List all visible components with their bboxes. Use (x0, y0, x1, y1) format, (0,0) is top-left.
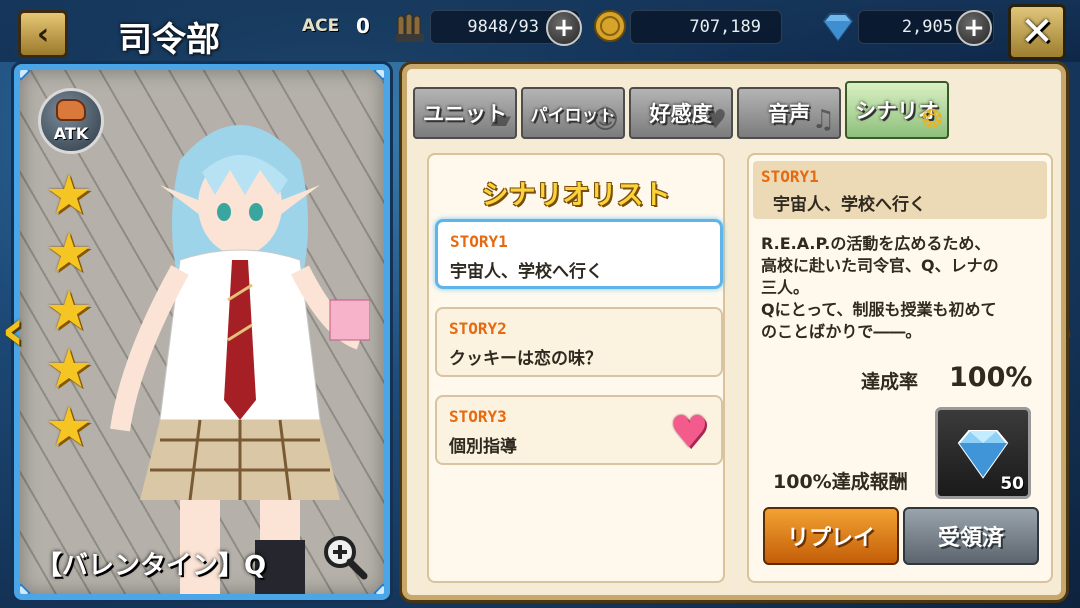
star-icon: ★ (44, 337, 94, 400)
role-badge: ATK (38, 88, 104, 154)
close-x-icon: ✕ (1020, 9, 1054, 55)
tab-pilot[interactable]: パイロット ☺ (521, 87, 625, 139)
prev-character-button[interactable]: ‹ (0, 297, 30, 363)
diamond-icon (957, 430, 1009, 479)
list-item-story2[interactable]: STORY2 クッキーは恋の味？ (435, 307, 723, 377)
star-icon: ★ (44, 163, 94, 226)
pilot-icon: ☺ (591, 105, 619, 135)
zoom-button[interactable] (320, 532, 368, 580)
ace-label: ACE (302, 16, 340, 36)
ammo-icon (392, 6, 432, 46)
tab-voice[interactable]: 音声 ♫ (737, 87, 841, 139)
replay-button[interactable]: リプレイ (763, 507, 899, 565)
completion-value: 100% (949, 362, 1033, 393)
tab-unit[interactable]: ユニット ▰ (413, 87, 517, 139)
tab-affection[interactable]: 好感度 ♥ (629, 87, 733, 139)
heart-icon: ♥ (669, 407, 709, 458)
reward-quantity: 50 (1000, 474, 1024, 494)
detail-description: R.E.A.P.の活動を広めるため、 高校に赴いた司令官、Q、レナの 三人。 Q… (761, 234, 999, 341)
music-note-icon: ♫ (811, 105, 835, 135)
completion-label: 達成率 (861, 371, 919, 393)
card-corner-ornament (20, 70, 31, 81)
fist-icon (56, 99, 86, 121)
ace-value: 0 (356, 14, 370, 38)
card-corner-ornament (373, 70, 384, 81)
ammo-plus-button[interactable]: + (546, 10, 582, 46)
coin-icon (590, 6, 630, 46)
scenario-list-panel: シナリオリスト STORY1 宇宙人、学校へ行く STORY2 クッキーは恋の味… (427, 153, 725, 583)
star-icon: ★ (44, 395, 94, 458)
scenario-list-title: シナリオリスト (481, 180, 671, 211)
star-icon: ★ (44, 221, 94, 284)
tab-scenario[interactable]: シナリオ ❂ (845, 81, 949, 139)
page-title: 司令部 (118, 20, 220, 60)
rarity-stars: ★ ★ ★ ★ ★ (40, 166, 98, 456)
close-button[interactable]: ✕ (1008, 4, 1066, 60)
star-icon: ★ (44, 279, 94, 342)
detail-story-id: STORY1 (761, 167, 819, 186)
detail-header: STORY1 宇宙人、学校へ行く (753, 161, 1047, 219)
book-icon: ❂ (921, 105, 943, 135)
gem-plus-button[interactable]: + (956, 10, 992, 46)
character-name: 【バレンタイン】Q (36, 551, 267, 581)
list-item-story1[interactable]: STORY1 宇宙人、学校へ行く (435, 219, 723, 289)
card-corner-ornament (20, 583, 31, 594)
reward-label: 100%達成報酬 (773, 471, 908, 493)
tab-bar: ユニット ▰ パイロット ☺ 好感度 ♥ 音声 ♫ シナリオ ❂ (413, 81, 949, 139)
chevron-left-icon: ‹ (1, 297, 25, 363)
list-item-story3[interactable]: STORY3 個別指導 ♥ (435, 395, 723, 465)
back-button[interactable]: ‹ (18, 10, 68, 58)
detail-story-title: 宇宙人、学校へ行く (773, 195, 926, 215)
gem-icon (818, 6, 858, 46)
coin-value: 707,189 (689, 17, 761, 37)
gem-value: 2,905 (901, 17, 953, 37)
top-bar: ‹ 司令部 ACE 0 9848/93 + 707,189 2,905 + ✕ (0, 0, 1080, 62)
main-panel: ユニット ▰ パイロット ☺ 好感度 ♥ 音声 ♫ シナリオ ❂ シナリオリスト… (402, 64, 1066, 600)
scenario-detail-panel: STORY1 宇宙人、学校へ行く R.E.A.P.の活動を広めるため、 高校に赴… (747, 153, 1053, 583)
coin-counter: 707,189 (630, 10, 782, 44)
character-card: ATK ★ ★ ★ ★ ★ 【バレンタイン】Q (14, 64, 390, 600)
claimed-button[interactable]: 受領済 (903, 507, 1039, 565)
character-illustration (110, 125, 370, 594)
back-arrow-icon: ‹ (36, 16, 50, 52)
zoom-in-icon (324, 536, 368, 580)
gun-icon: ▰ (491, 105, 511, 135)
card-corner-ornament (373, 583, 384, 594)
reward-item[interactable]: 50 (935, 407, 1031, 499)
heart-outline-icon: ♥ (703, 105, 727, 135)
ammo-value: 9848/93 (467, 17, 539, 37)
